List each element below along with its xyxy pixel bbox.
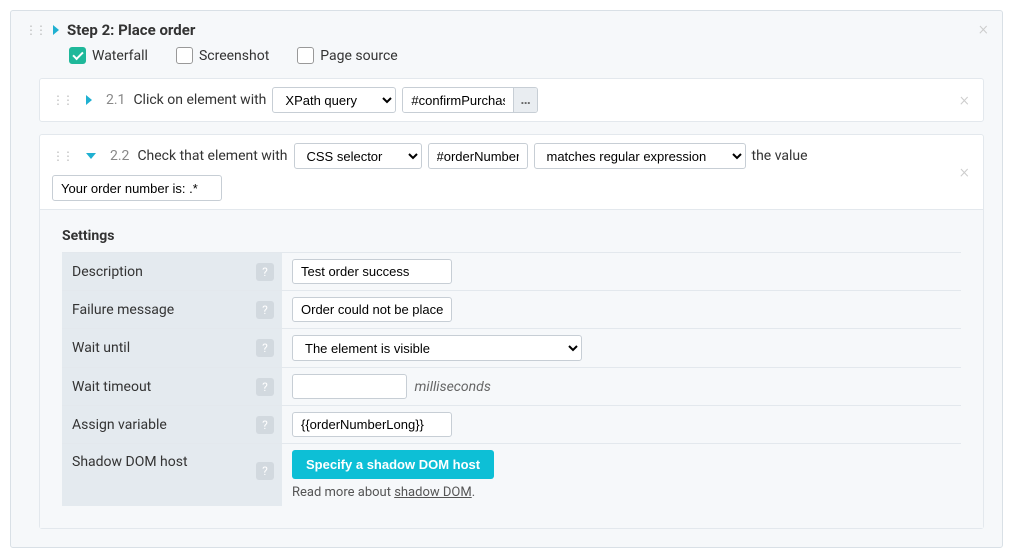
substep-2-1: ⋮⋮ 2.1 Click on element with XPath query… — [39, 78, 984, 122]
wait-timeout-label-cell: Wait timeout ? — [62, 368, 282, 406]
selector-value-wrapper: … — [402, 87, 537, 113]
step-header: ⋮⋮ Step 2: Place order × — [11, 11, 1002, 47]
settings-row-failure: Failure message ? — [62, 291, 961, 329]
help-icon[interactable]: ? — [256, 462, 274, 480]
wait-until-select[interactable]: The element is visible — [292, 335, 582, 361]
help-icon[interactable]: ? — [256, 339, 274, 357]
waterfall-checkbox[interactable]: Waterfall — [69, 47, 148, 64]
substep-number: 2.1 — [106, 92, 125, 108]
settings-row-wait-timeout: Wait timeout ? milliseconds — [62, 368, 961, 406]
drag-handle-icon[interactable]: ⋮⋮ — [25, 23, 45, 37]
substep-text: Check that element with — [137, 148, 287, 164]
description-input[interactable] — [292, 259, 452, 284]
description-label-cell: Description ? — [62, 253, 282, 291]
page-source-checkbox[interactable]: Page source — [297, 47, 397, 64]
help-icon[interactable]: ? — [256, 378, 274, 396]
match-type-select[interactable]: matches regular expression — [534, 143, 746, 169]
shadow-dom-label: Shadow DOM host — [72, 454, 188, 470]
step-options-row: Waterfall Screenshot Page source — [11, 47, 1002, 78]
screenshot-checkbox[interactable]: Screenshot — [176, 47, 269, 64]
failure-label-cell: Failure message ? — [62, 291, 282, 329]
shadow-dom-label-cell: Shadow DOM host ? — [62, 444, 282, 507]
wait-timeout-input[interactable] — [292, 374, 407, 399]
drag-handle-icon[interactable]: ⋮⋮ — [52, 149, 72, 163]
step-panel: ⋮⋮ Step 2: Place order × Waterfall Scree… — [10, 10, 1003, 548]
drag-handle-icon[interactable]: ⋮⋮ — [52, 93, 72, 107]
checkbox-icon — [297, 47, 314, 64]
chevron-right-icon[interactable] — [86, 95, 92, 105]
shadow-dom-readmore: Read more about shadow DOM. — [292, 485, 951, 500]
close-icon[interactable]: × — [979, 19, 988, 40]
substep-text: Click on element with — [133, 92, 266, 108]
close-icon[interactable]: × — [960, 90, 969, 111]
chevron-right-icon[interactable] — [53, 25, 59, 35]
selector-value-input[interactable] — [403, 88, 513, 112]
screenshot-label: Screenshot — [199, 48, 269, 64]
settings-row-description: Description ? — [62, 253, 961, 291]
waterfall-label: Waterfall — [92, 48, 148, 64]
checkbox-icon — [176, 47, 193, 64]
checkbox-checked-icon — [69, 47, 86, 64]
selector-type-select[interactable]: CSS selector — [294, 143, 422, 169]
match-value-input[interactable] — [52, 175, 222, 201]
settings-table: Description ? Failure message ? — [62, 252, 961, 506]
close-icon[interactable]: × — [960, 162, 969, 183]
step-title: Step 2: Place order — [67, 21, 195, 39]
shadow-dom-link[interactable]: shadow DOM — [394, 485, 472, 500]
ellipsis-icon[interactable]: … — [513, 88, 536, 112]
readmore-suffix: . — [472, 485, 475, 500]
specify-shadow-dom-button[interactable]: Specify a shadow DOM host — [292, 450, 494, 479]
settings-heading: Settings — [62, 228, 961, 244]
assign-variable-label-cell: Assign variable ? — [62, 406, 282, 444]
substep-number: 2.2 — [110, 148, 129, 164]
readmore-prefix: Read more about — [292, 485, 394, 500]
help-icon[interactable]: ? — [256, 301, 274, 319]
wait-until-label: Wait until — [72, 340, 130, 356]
selector-type-select[interactable]: XPath query — [272, 87, 396, 113]
help-icon[interactable]: ? — [256, 263, 274, 281]
wait-timeout-label: Wait timeout — [72, 379, 151, 395]
failure-label: Failure message — [72, 302, 174, 318]
settings-row-shadow-dom: Shadow DOM host ? Specify a shadow DOM h… — [62, 444, 961, 507]
settings-row-wait-until: Wait until ? The element is visible — [62, 329, 961, 368]
the-value-label: the value — [752, 148, 808, 164]
selector-value-input[interactable] — [428, 143, 528, 169]
page-source-label: Page source — [320, 48, 397, 64]
assign-variable-label: Assign variable — [72, 417, 167, 433]
substep-2-2: ⋮⋮ 2.2 Check that element with CSS selec… — [39, 134, 984, 529]
substep-2-1-header: ⋮⋮ 2.1 Click on element with XPath query… — [40, 79, 983, 121]
substep-2-2-header: ⋮⋮ 2.2 Check that element with CSS selec… — [40, 135, 983, 209]
help-icon[interactable]: ? — [256, 416, 274, 434]
assign-variable-input[interactable] — [292, 412, 452, 437]
chevron-down-icon[interactable] — [86, 153, 96, 159]
failure-message-input[interactable] — [292, 297, 452, 322]
substep-settings-panel: Settings Description ? Failure message ? — [40, 209, 983, 528]
settings-row-assign-variable: Assign variable ? — [62, 406, 961, 444]
description-label: Description — [72, 264, 143, 280]
milliseconds-label: milliseconds — [414, 379, 490, 395]
wait-until-label-cell: Wait until ? — [62, 329, 282, 368]
